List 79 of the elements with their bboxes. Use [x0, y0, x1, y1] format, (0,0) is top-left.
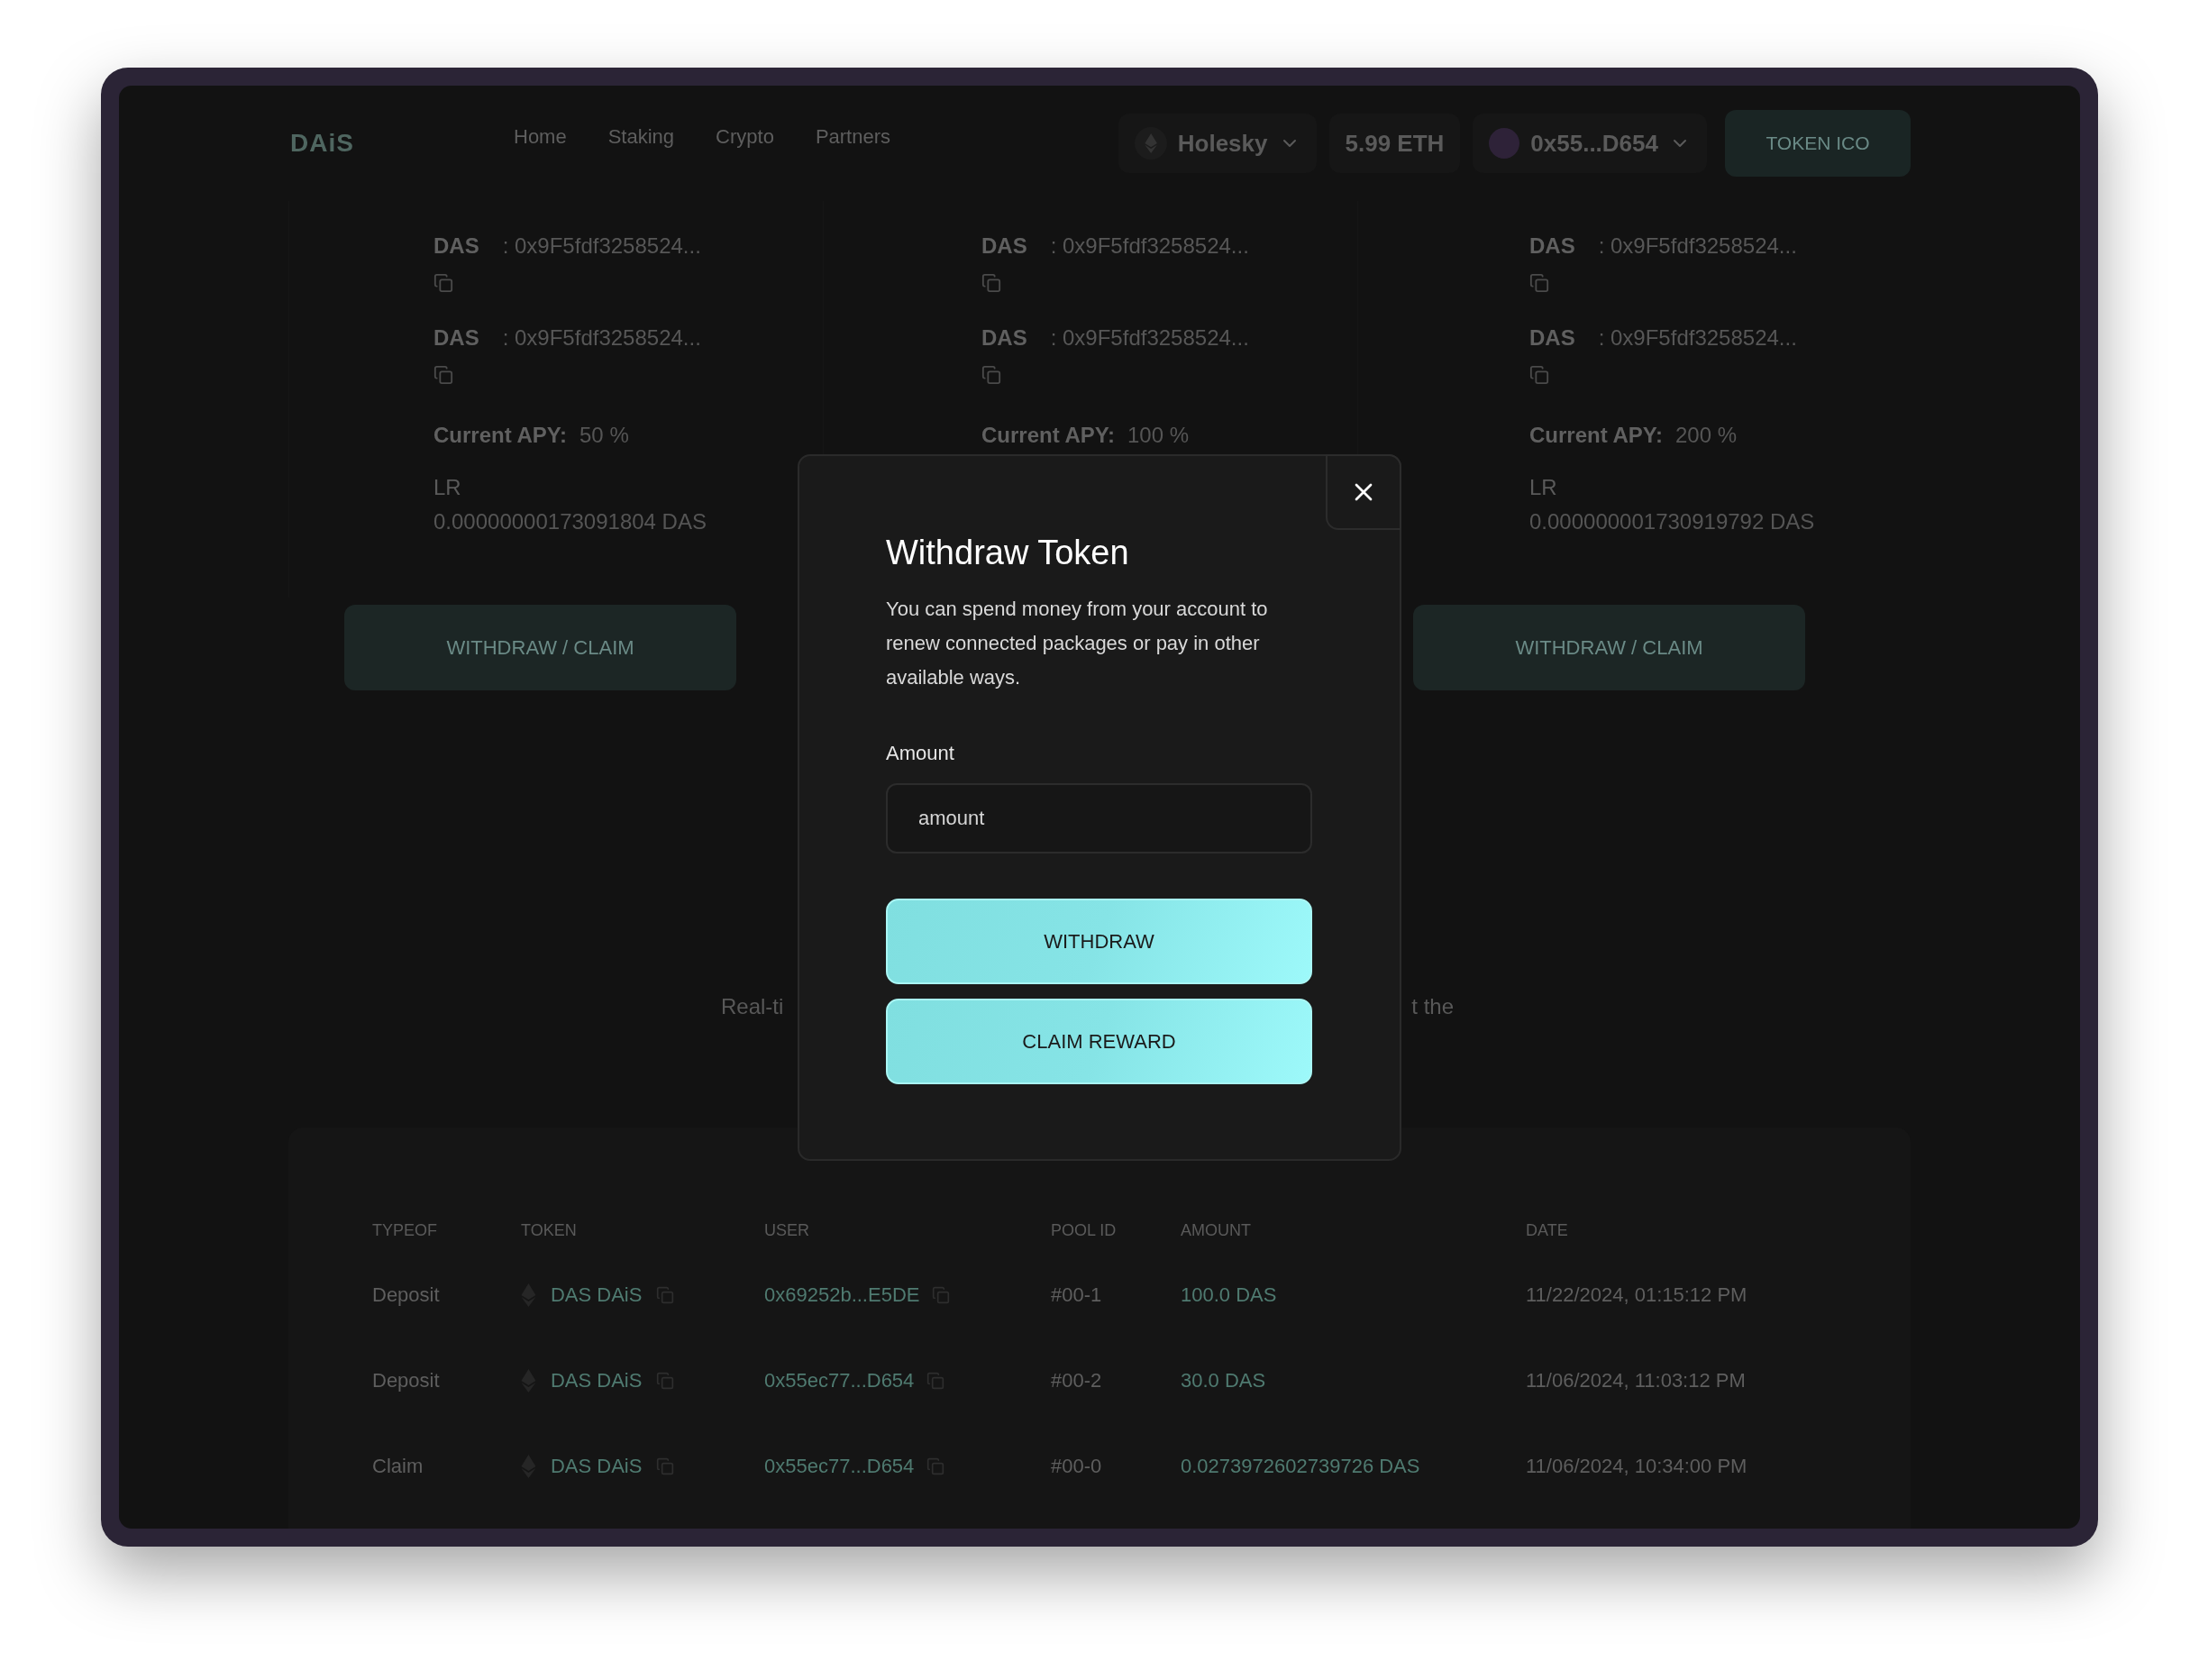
token-address: : 0x9F5fdf3258524... [502, 325, 701, 351]
token-symbol: DAS [1529, 233, 1575, 259]
copy-icon[interactable] [433, 365, 453, 387]
type-cell: Deposit [372, 1368, 440, 1392]
account-selector[interactable]: 0x55...D654 [1473, 114, 1707, 173]
copy-icon[interactable] [1529, 365, 1549, 387]
withdraw-claim-button[interactable]: WITHDRAW / CLAIM [1413, 605, 1805, 690]
column-header: DATE [1526, 1221, 1569, 1241]
withdraw-claim-button[interactable]: WITHDRAW / CLAIM [344, 605, 736, 690]
column-header: USER [764, 1221, 810, 1241]
copy-icon[interactable] [926, 1371, 945, 1390]
token-address: : 0x9F5fdf3258524... [1050, 233, 1249, 259]
lr-label: LR [1529, 475, 1558, 500]
close-button[interactable] [1326, 454, 1401, 530]
copy-icon[interactable] [981, 273, 1001, 295]
user-cell: 0x69252b...E5DE [764, 1283, 920, 1307]
logo[interactable]: DAiS [288, 129, 514, 158]
copy-icon[interactable] [1529, 273, 1549, 295]
claim-reward-button[interactable]: CLAIM REWARD [886, 999, 1312, 1084]
nav-link[interactable]: Crypto [716, 125, 774, 149]
date-cell: 11/06/2024, 10:34:00 PM [1526, 1454, 1747, 1478]
pool-id-cell: #00-1 [1051, 1283, 1102, 1307]
column-header: AMOUNT [1181, 1221, 1252, 1241]
amount-cell: 30.0 DAS [1181, 1368, 1266, 1392]
token-symbol: DAS [433, 233, 479, 259]
dialog-description: You can spend money from your account to renew connected packages or pay in other available ways. [886, 597, 1269, 690]
dialog-title: Withdraw Token [886, 534, 1130, 572]
token-cell: DAS DAiS [550, 1454, 643, 1478]
copy-icon[interactable] [433, 273, 453, 295]
lr-value: 0.00000000173091804 DAS [433, 509, 707, 534]
token-ico-button[interactable]: TOKEN ICO [1725, 110, 1911, 177]
intro-text: Real-ti [721, 994, 784, 1019]
lr-label: LR [433, 475, 462, 500]
type-cell: Claim [372, 1454, 424, 1478]
apy-label: Current APY: [1529, 423, 1663, 448]
column-header: TOKEN [521, 1221, 578, 1241]
lr-value: 0.000000001730919792 DAS [1529, 509, 1816, 534]
token-address: : 0x9F5fdf3258524... [502, 233, 701, 259]
amount-cell: 0.0273972602739726 DAS [1181, 1454, 1420, 1478]
copy-icon[interactable] [981, 365, 1001, 387]
amount-cell: 100.0 DAS [1181, 1283, 1277, 1307]
balance-display: 5.99 ETH [1328, 114, 1461, 173]
token-symbol: DAS [981, 233, 1027, 259]
token-symbol: DAS [433, 325, 479, 351]
copy-icon[interactable] [926, 1456, 945, 1475]
token-address: : 0x9F5fdf3258524... [1598, 325, 1797, 351]
copy-icon[interactable] [932, 1285, 951, 1304]
token-symbol: DAS [981, 325, 1027, 351]
column-header: POOL ID [1051, 1221, 1118, 1241]
token-cell: DAS DAiS [550, 1283, 643, 1307]
network-selector[interactable]: Holesky [1118, 114, 1317, 173]
pool-id-cell: #00-0 [1051, 1454, 1102, 1478]
token-address: : 0x9F5fdf3258524... [1050, 325, 1249, 351]
user-cell: 0x55ec77...D654 [764, 1368, 915, 1392]
user-cell: 0x55ec77...D654 [764, 1454, 915, 1478]
token-symbol: DAS [1529, 325, 1575, 351]
apy-label: Current APY: [981, 423, 1115, 448]
token-cell: DAS DAiS [550, 1368, 643, 1392]
nav-link[interactable]: Home [514, 125, 567, 149]
apy-value: 100 % [1127, 423, 1190, 448]
date-cell: 11/22/2024, 01:15:12 PM [1526, 1283, 1747, 1307]
nav-link[interactable]: Partners [815, 125, 891, 149]
copy-icon[interactable] [656, 1371, 675, 1390]
intro-text: t the [1411, 994, 1454, 1019]
copy-icon[interactable] [656, 1456, 675, 1475]
copy-icon[interactable] [656, 1285, 675, 1304]
apy-label: Current APY: [433, 423, 567, 448]
apy-value: 200 % [1675, 423, 1738, 448]
nav-link[interactable]: Staking [607, 125, 675, 149]
type-cell: Deposit [372, 1283, 440, 1307]
column-header: TYPEOF [372, 1221, 438, 1241]
amount-input[interactable]: amount [886, 783, 1312, 854]
apy-value: 50 % [579, 423, 629, 448]
date-cell: 11/06/2024, 11:03:12 PM [1526, 1368, 1746, 1392]
withdraw-button[interactable]: WITHDRAW [886, 899, 1312, 984]
avatar-icon [1489, 128, 1520, 159]
amount-label: Amount [886, 742, 955, 765]
token-address: : 0x9F5fdf3258524... [1598, 233, 1797, 259]
pool-id-cell: #00-2 [1051, 1368, 1102, 1392]
